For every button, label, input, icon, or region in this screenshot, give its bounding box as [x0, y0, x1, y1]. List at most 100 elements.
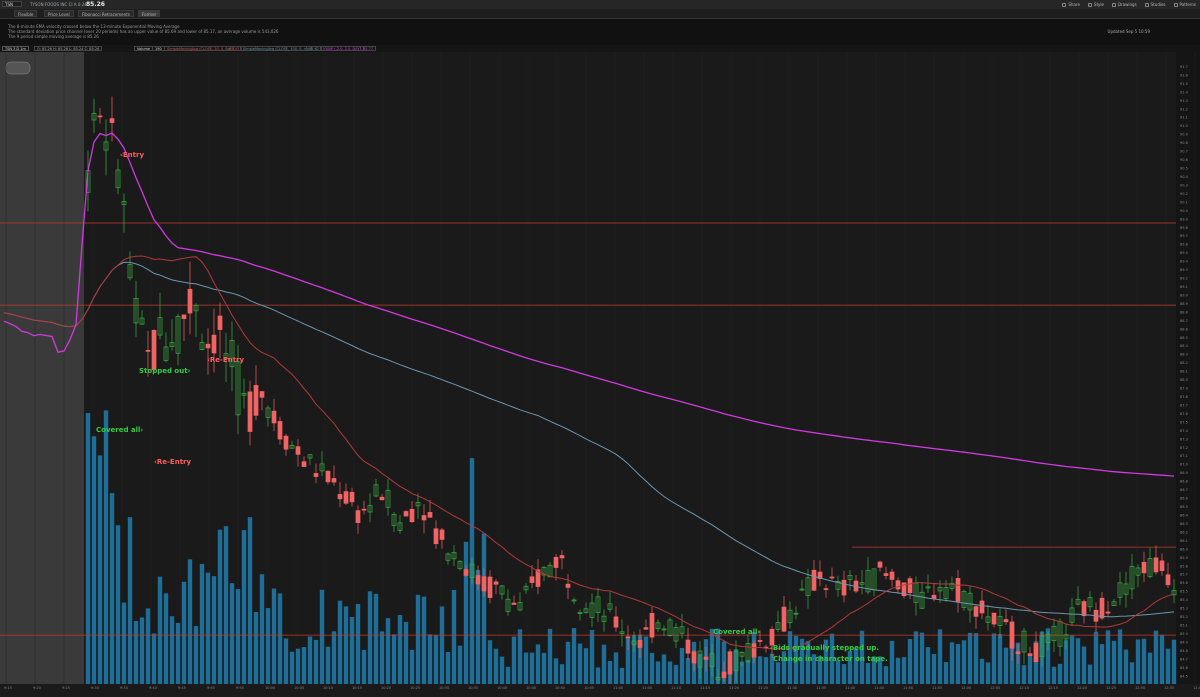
time-tick-label: 11:25	[758, 686, 769, 690]
price-tick-label: 88.2	[1180, 361, 1188, 365]
candle-body	[409, 508, 415, 522]
time-tick-label: 10:50	[555, 686, 566, 690]
price-tick-label: 85.3	[1180, 607, 1188, 611]
volume-bar	[451, 589, 457, 684]
price-tick-label: 85.1	[1180, 623, 1188, 627]
volume-bar	[523, 652, 529, 684]
volume-bar	[139, 617, 145, 684]
price-tick-label: 91.5	[1180, 82, 1188, 86]
volume-bar	[253, 611, 259, 684]
sma20-label[interactable]: SimpleMovingAvg (CLOSE, 20, 0, no)	[164, 46, 235, 51]
volume-bar	[895, 657, 901, 684]
volume-bar	[505, 666, 511, 684]
candle-body	[1081, 601, 1087, 617]
volume-bar	[1093, 631, 1099, 684]
price-tick-label: 88.6	[1180, 327, 1188, 331]
candle-body	[895, 580, 901, 590]
volume-bar	[193, 626, 199, 684]
price-tick-label: 84.5	[1180, 674, 1188, 678]
price-tick-label: 85.9	[1180, 556, 1188, 560]
drawings-label: Drawings	[1117, 2, 1137, 7]
candle-body	[1027, 653, 1033, 656]
volume-bar	[403, 621, 409, 684]
price-tick-label: 90.8	[1180, 141, 1188, 145]
price-tick-label: 87.1	[1180, 454, 1188, 458]
candle-body	[253, 385, 259, 416]
volume-bar	[1057, 663, 1063, 684]
volume-bar	[121, 602, 127, 684]
volume-bar	[655, 661, 661, 684]
price-tick-label: 86.3	[1180, 522, 1188, 526]
tab-fibonacci[interactable]: Fibonacci Retracements	[78, 10, 134, 17]
candle-body	[751, 643, 757, 658]
price-tick-label: 89.6	[1180, 243, 1188, 247]
sma100-label[interactable]: SimpleMovingAvg (CLOSE, 100, 0, no)	[240, 46, 313, 51]
price-tick-label: 90.1	[1180, 200, 1188, 204]
price-tick-label: 86.0	[1180, 547, 1188, 551]
volume-bar	[931, 653, 937, 684]
volume-bar	[1003, 647, 1009, 684]
candle-body	[973, 606, 979, 617]
tab-flexible[interactable]: Flexible	[14, 10, 38, 17]
volume-bar	[319, 589, 325, 684]
vwap-label[interactable]: VWAP (-2.0, 2.0, DAY)	[320, 46, 364, 51]
volume-bar	[991, 633, 997, 684]
time-tick-label: 10:00	[265, 686, 276, 690]
studies-button[interactable]: Studies	[1144, 2, 1166, 7]
drawings-button[interactable]: Drawings	[1111, 2, 1137, 7]
candle-body	[529, 576, 535, 583]
volume-bar	[1117, 629, 1123, 684]
volume-bar	[1081, 646, 1087, 684]
candle-body	[811, 569, 817, 591]
volume-bar	[133, 620, 139, 684]
candle-body	[355, 510, 361, 523]
volume-bar	[385, 618, 391, 684]
candle-body	[553, 557, 559, 568]
volume-bar	[373, 593, 379, 684]
time-tick-label: 9:40	[149, 686, 157, 690]
volume-bar	[1069, 635, 1075, 684]
symbol-input[interactable]: TSN	[2, 1, 22, 7]
candle-body	[625, 636, 631, 639]
candle-body	[781, 606, 787, 632]
volume-bar	[181, 581, 187, 684]
candle-body	[301, 461, 307, 467]
time-tick-label: 10:25	[410, 686, 421, 690]
time-tick-label: 10:15	[352, 686, 363, 690]
tab-price-level[interactable]: Price Level	[44, 10, 74, 17]
style-button[interactable]: Style	[1087, 2, 1104, 7]
volume-bar	[325, 646, 331, 684]
volume-bar	[763, 657, 769, 684]
candle-body	[247, 391, 253, 432]
time-tick-label: 9:20	[33, 686, 41, 690]
candle-body	[343, 491, 349, 504]
chart-symbol-label[interactable]: TSN 3 D 1m	[2, 46, 29, 51]
volume-label[interactable]: Volume	[134, 46, 154, 51]
candle-body	[727, 651, 733, 675]
volume-bar	[1135, 639, 1141, 684]
share-button[interactable]: Share	[1062, 2, 1080, 7]
price-tick-label: 87.8	[1180, 395, 1188, 399]
time-tick-label: 11:00	[613, 686, 624, 690]
volume-bar	[541, 652, 547, 684]
time-tick-label: 12:05	[990, 686, 1001, 690]
volume-bar	[571, 628, 577, 684]
volume-bar	[643, 636, 649, 684]
time-tick-label: 11:30	[787, 686, 798, 690]
volume-bar	[589, 630, 595, 684]
price-tick-label: 89.4	[1180, 260, 1189, 264]
volume-bar	[205, 572, 211, 684]
volume-bar	[595, 667, 601, 684]
price-tick-label: 91.6	[1180, 73, 1188, 77]
tab-former[interactable]: Former	[138, 10, 161, 17]
candle-body	[883, 573, 889, 576]
volume-bar	[391, 634, 397, 684]
candle-body	[955, 578, 961, 602]
volume-bar	[757, 656, 763, 684]
volume-bar	[901, 657, 907, 684]
volume-bar	[463, 541, 469, 684]
candle-body	[841, 579, 847, 596]
volume-bar	[1075, 638, 1081, 684]
patterns-button[interactable]: Patterns	[1173, 2, 1196, 7]
time-tick-label: 12:30	[1135, 686, 1146, 690]
